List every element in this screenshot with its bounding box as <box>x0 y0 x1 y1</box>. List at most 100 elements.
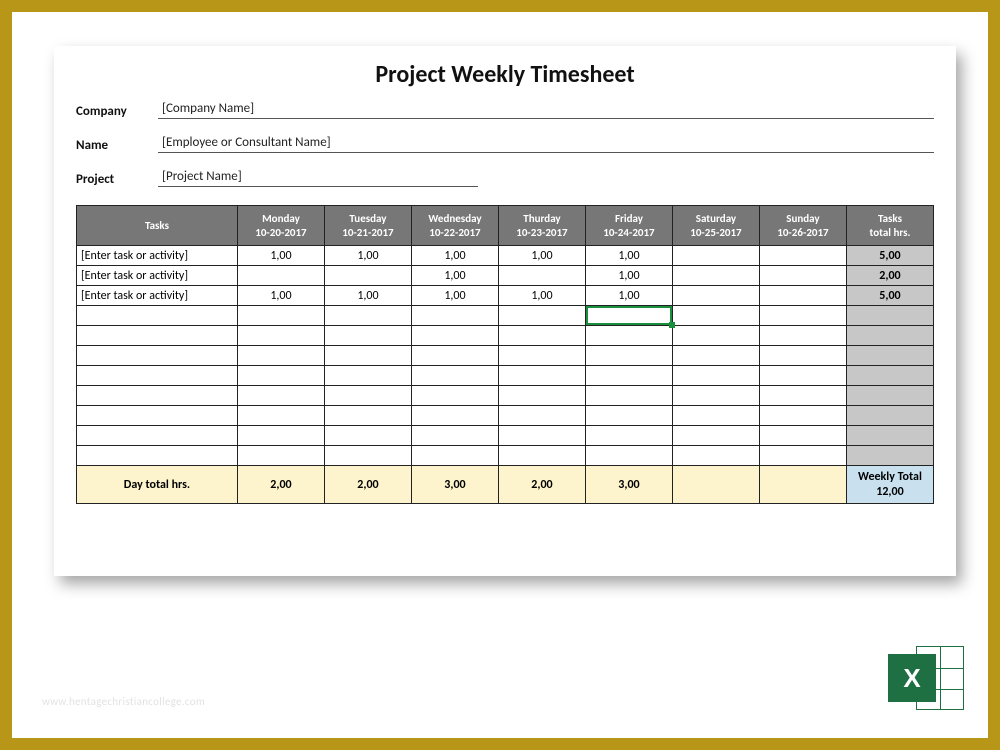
task-cell[interactable] <box>77 346 238 366</box>
hours-cell[interactable] <box>672 346 759 366</box>
hours-cell[interactable] <box>759 346 846 366</box>
table-row <box>77 366 934 386</box>
hours-cell[interactable]: 1,00 <box>237 246 324 266</box>
hours-cell[interactable] <box>324 386 411 406</box>
hours-cell[interactable] <box>585 406 672 426</box>
hours-cell[interactable] <box>759 246 846 266</box>
hours-cell[interactable] <box>672 246 759 266</box>
task-cell[interactable] <box>77 406 238 426</box>
hours-cell[interactable] <box>498 446 585 466</box>
hours-cell[interactable] <box>237 326 324 346</box>
hours-cell[interactable] <box>672 446 759 466</box>
task-cell[interactable] <box>77 446 238 466</box>
hours-cell[interactable] <box>498 306 585 326</box>
hours-cell[interactable] <box>672 366 759 386</box>
hours-cell[interactable]: 1,00 <box>237 286 324 306</box>
hours-cell[interactable] <box>324 426 411 446</box>
hours-cell[interactable] <box>324 406 411 426</box>
hours-cell[interactable] <box>411 326 498 346</box>
hours-cell[interactable] <box>585 386 672 406</box>
hours-cell[interactable] <box>585 346 672 366</box>
hours-cell[interactable] <box>411 346 498 366</box>
hours-cell[interactable]: 1,00 <box>585 266 672 286</box>
hours-cell[interactable] <box>498 346 585 366</box>
hours-cell[interactable] <box>672 406 759 426</box>
hours-cell[interactable] <box>759 306 846 326</box>
hours-cell[interactable]: 1,00 <box>411 246 498 266</box>
hours-cell[interactable] <box>324 306 411 326</box>
hours-cell[interactable] <box>324 326 411 346</box>
hours-cell[interactable] <box>498 266 585 286</box>
hours-cell[interactable] <box>498 326 585 346</box>
task-cell[interactable] <box>77 326 238 346</box>
day-total-sun <box>759 466 846 504</box>
task-cell[interactable]: [Enter task or activity] <box>77 266 238 286</box>
task-cell[interactable] <box>77 366 238 386</box>
hours-cell[interactable] <box>411 426 498 446</box>
hours-cell[interactable] <box>411 406 498 426</box>
hours-cell[interactable]: 1,00 <box>498 286 585 306</box>
task-cell[interactable]: [Enter task or activity] <box>77 246 238 266</box>
hours-cell[interactable] <box>759 446 846 466</box>
hours-cell[interactable] <box>759 326 846 346</box>
hours-cell[interactable] <box>672 386 759 406</box>
hours-cell[interactable] <box>498 426 585 446</box>
hours-cell[interactable] <box>759 426 846 446</box>
hours-cell[interactable] <box>672 286 759 306</box>
hours-cell[interactable] <box>324 446 411 466</box>
hours-cell[interactable] <box>411 306 498 326</box>
hours-cell[interactable] <box>324 366 411 386</box>
hours-cell[interactable] <box>237 366 324 386</box>
hours-cell[interactable] <box>237 446 324 466</box>
hours-cell[interactable] <box>237 306 324 326</box>
hours-cell[interactable] <box>237 406 324 426</box>
hours-cell[interactable] <box>237 426 324 446</box>
hours-cell[interactable]: 1,00 <box>411 286 498 306</box>
hours-cell[interactable] <box>585 326 672 346</box>
header-row: Tasks Monday10-20-2017 Tuesday10-21-2017… <box>77 206 934 246</box>
task-cell[interactable] <box>77 306 238 326</box>
table-row <box>77 406 934 426</box>
hours-cell[interactable]: 1,00 <box>585 286 672 306</box>
hours-cell[interactable] <box>672 306 759 326</box>
hours-cell[interactable] <box>498 386 585 406</box>
hours-cell[interactable] <box>411 386 498 406</box>
hours-cell[interactable] <box>759 286 846 306</box>
hours-cell[interactable] <box>237 386 324 406</box>
hours-cell[interactable] <box>411 446 498 466</box>
table-row <box>77 346 934 366</box>
hours-cell[interactable] <box>672 426 759 446</box>
table-row <box>77 446 934 466</box>
hours-cell[interactable]: 1,00 <box>324 246 411 266</box>
hours-cell[interactable] <box>759 266 846 286</box>
hours-cell[interactable] <box>498 366 585 386</box>
hours-cell[interactable] <box>585 306 672 326</box>
hours-cell[interactable] <box>411 366 498 386</box>
hours-cell[interactable]: 1,00 <box>585 246 672 266</box>
hours-cell[interactable] <box>585 366 672 386</box>
name-field[interactable]: [Employee or Consultant Name] <box>158 133 934 153</box>
task-cell[interactable] <box>77 426 238 446</box>
hours-cell[interactable] <box>672 326 759 346</box>
day-total-mon: 2,00 <box>237 466 324 504</box>
hours-cell[interactable]: 1,00 <box>498 246 585 266</box>
hours-cell[interactable] <box>585 446 672 466</box>
hours-cell[interactable] <box>237 266 324 286</box>
task-cell[interactable] <box>77 386 238 406</box>
hours-cell[interactable] <box>759 366 846 386</box>
hours-cell[interactable] <box>759 386 846 406</box>
hours-cell[interactable] <box>498 406 585 426</box>
hours-cell[interactable]: 1,00 <box>411 266 498 286</box>
name-label: Name <box>76 138 158 153</box>
hours-cell[interactable] <box>759 406 846 426</box>
hours-cell[interactable] <box>237 346 324 366</box>
hours-cell[interactable]: 1,00 <box>324 286 411 306</box>
project-field[interactable]: [Project Name] <box>158 167 478 187</box>
hours-cell[interactable] <box>324 346 411 366</box>
hours-cell[interactable] <box>672 266 759 286</box>
hours-cell[interactable] <box>585 426 672 446</box>
company-field[interactable]: [Company Name] <box>158 99 934 119</box>
task-cell[interactable]: [Enter task or activity] <box>77 286 238 306</box>
day-total-thu: 2,00 <box>498 466 585 504</box>
hours-cell[interactable] <box>324 266 411 286</box>
